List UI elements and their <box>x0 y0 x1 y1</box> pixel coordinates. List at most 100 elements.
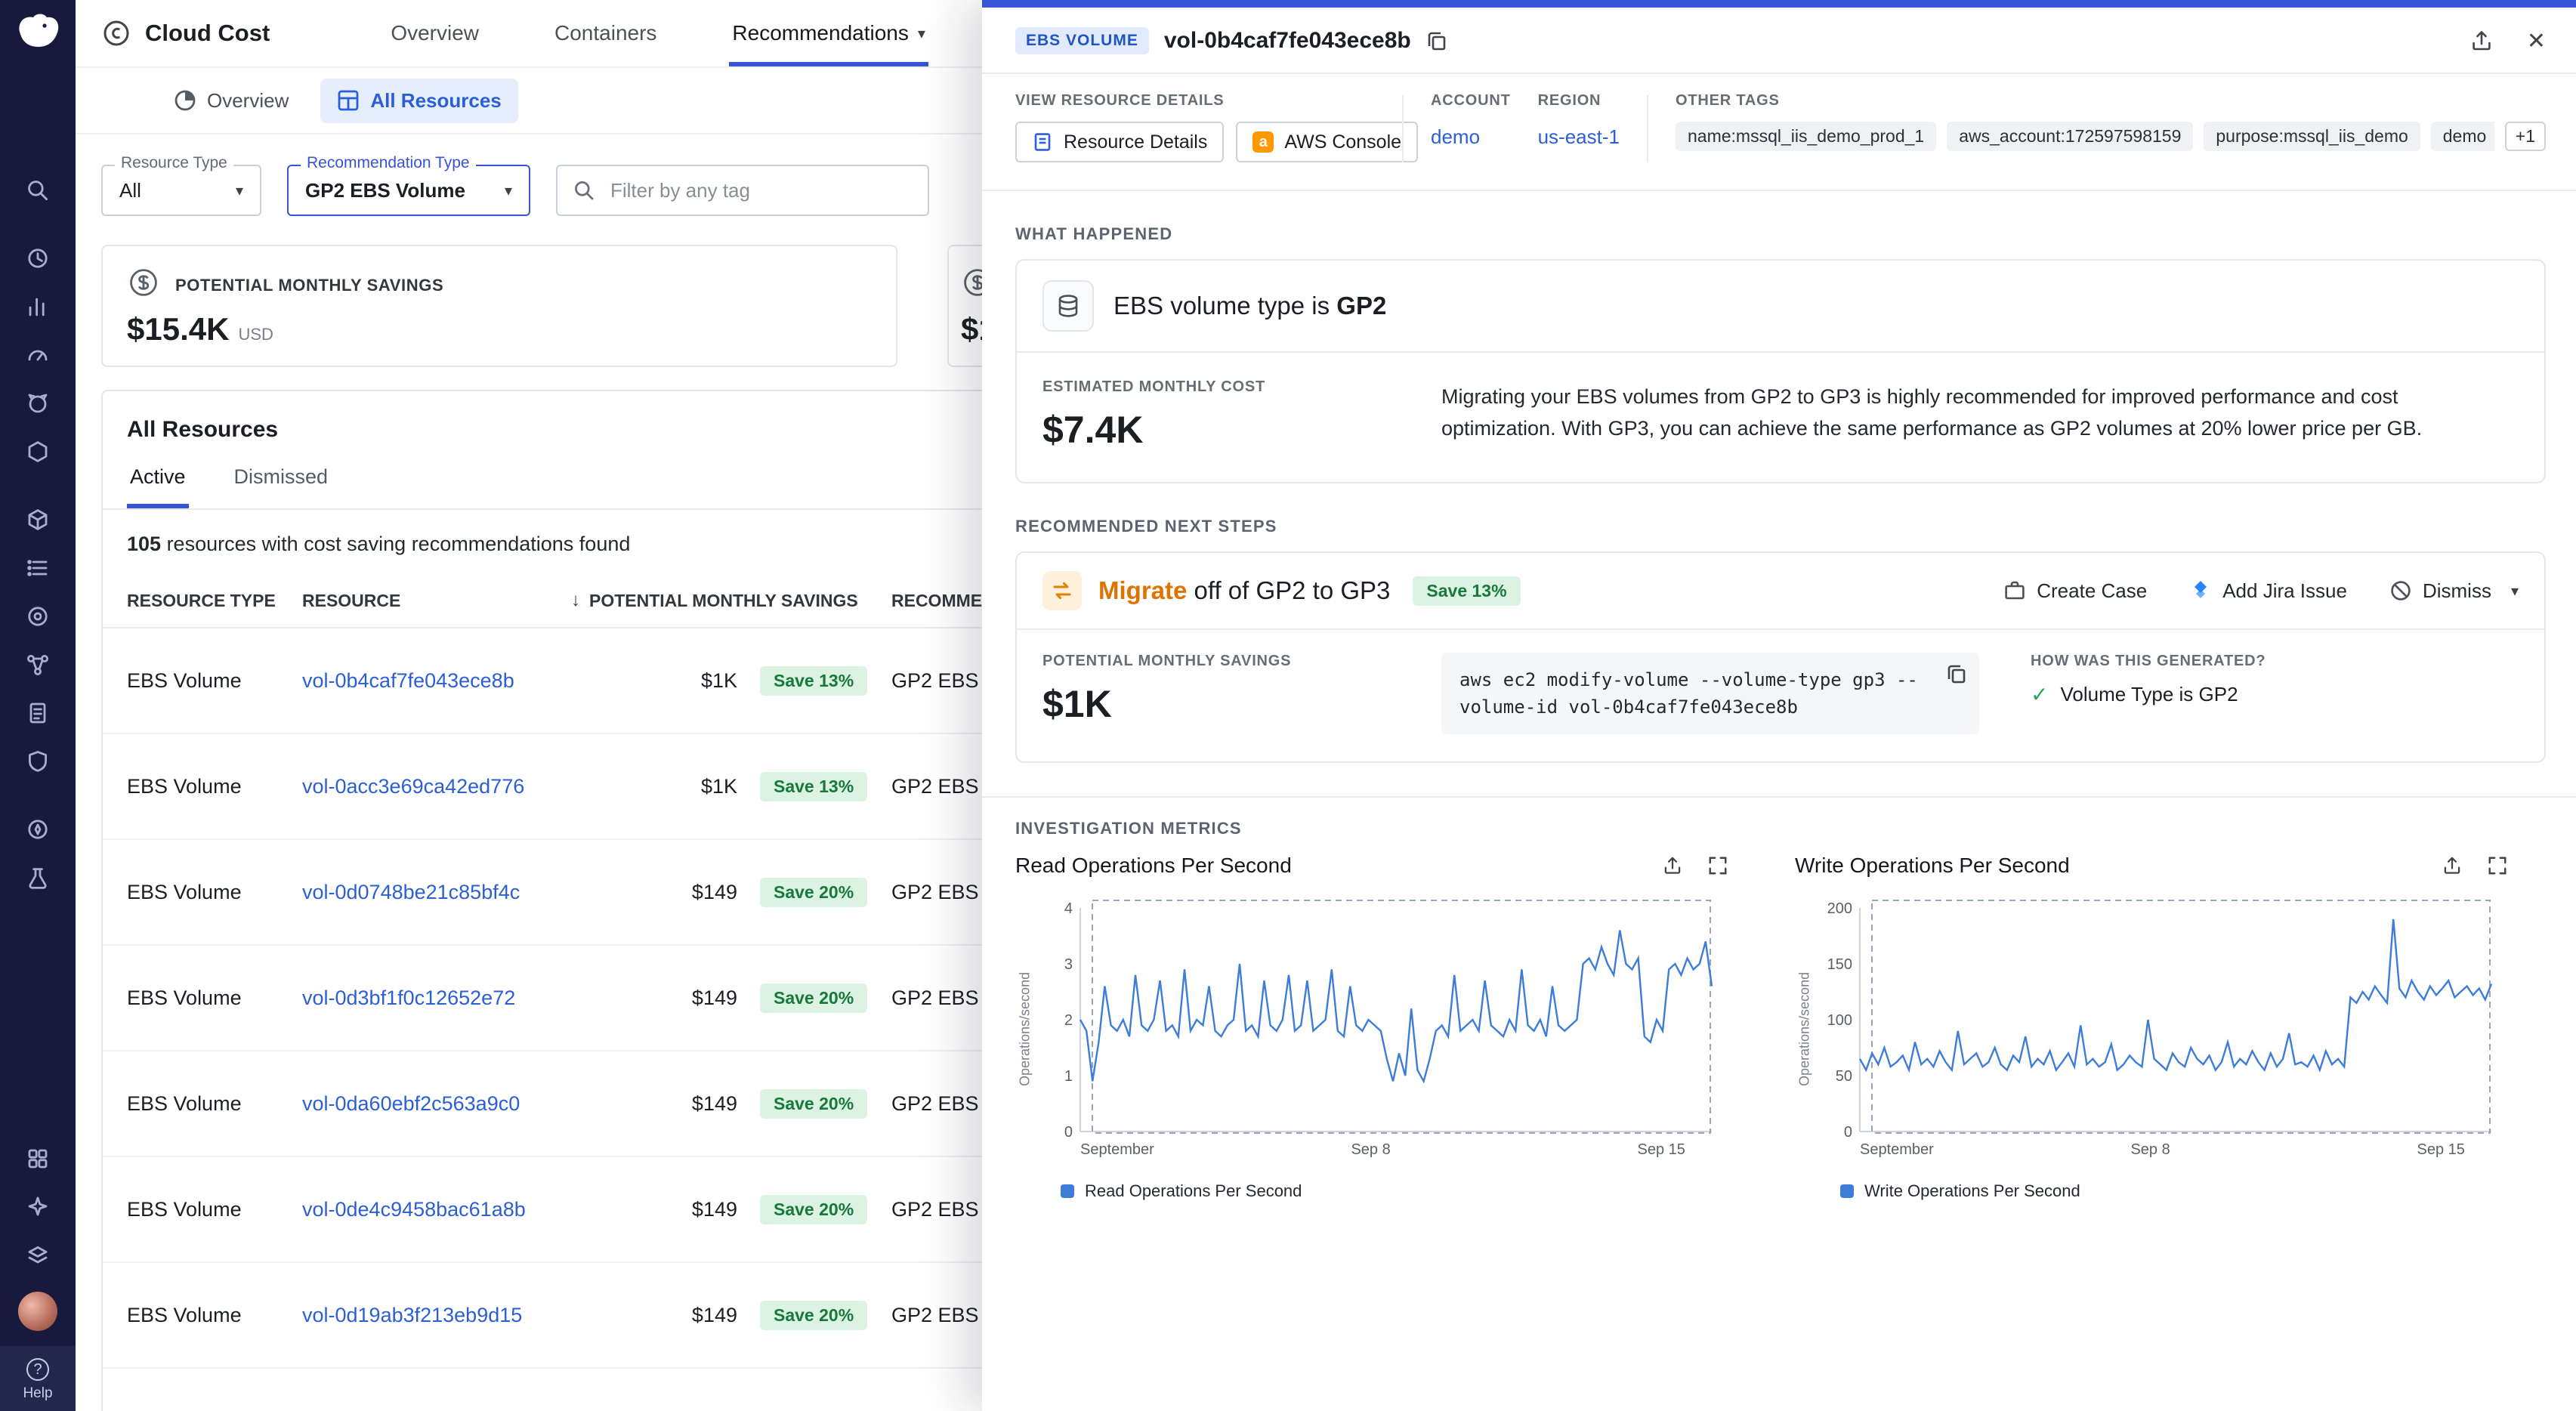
modules-icon[interactable] <box>18 1139 57 1178</box>
infrastructure-icon[interactable] <box>18 432 57 471</box>
tab-dismissed[interactable]: Dismissed <box>231 456 332 508</box>
network-icon[interactable] <box>18 645 57 684</box>
charts-row: Read Operations Per Second Operations/se… <box>1015 854 2546 1201</box>
resource-details-button[interactable]: Resource Details <box>1015 122 1224 162</box>
synthetics-icon[interactable] <box>18 810 57 849</box>
tag-pill[interactable]: demo <box>2431 122 2494 151</box>
estimated-cost-label: ESTIMATED MONTHLY COST <box>1042 378 1390 396</box>
dismiss-button[interactable]: Dismiss ▾ <box>2389 579 2519 603</box>
svg-text:50: 50 <box>1836 1068 1852 1085</box>
export-icon[interactable] <box>2469 29 2494 53</box>
recommendation-type-label: Recommendation Type <box>301 154 476 172</box>
help-button[interactable]: ? Help <box>0 1346 76 1411</box>
resource-type-cell: EBS Volume <box>127 669 302 693</box>
chart-legend[interactable]: Read Operations Per Second <box>1061 1181 1728 1201</box>
savings-cell: $149Save 20% <box>571 983 891 1013</box>
tab-overview[interactable]: Overview <box>388 0 482 66</box>
aws-console-button[interactable]: a AWS Console <box>1236 122 1418 162</box>
subtab-overview[interactable]: Overview <box>157 79 305 123</box>
sparkle-icon[interactable] <box>18 1187 57 1227</box>
savings-badge: Save 20% <box>760 878 867 907</box>
resource-type-cell: EBS Volume <box>127 775 302 798</box>
savings-amount: $149 <box>571 1198 737 1221</box>
expand-chart-icon[interactable] <box>1707 855 1728 876</box>
summary-card-value: $15.4K <box>127 311 229 347</box>
search-icon[interactable] <box>18 171 57 210</box>
tag-pill[interactable]: purpose:mssql_iis_demo <box>2204 122 2420 151</box>
cli-command-block: aws ec2 modify-volume --volume-type gp3 … <box>1441 653 1979 734</box>
layers-icon[interactable] <box>18 1236 57 1275</box>
dashboards-icon[interactable] <box>18 287 57 326</box>
tag-filter-input[interactable] <box>607 178 913 204</box>
sort-desc-icon[interactable]: ↓ <box>571 590 580 611</box>
summary-card-label: POTENTIAL MONTHLY SAVINGS <box>175 276 443 295</box>
create-case-button[interactable]: Create Case <box>2003 579 2147 603</box>
legend-swatch <box>1840 1184 1854 1198</box>
export-chart-icon[interactable] <box>1662 855 1683 876</box>
resource-link[interactable]: vol-0b4caf7fe043ece8b <box>302 669 514 692</box>
tag-filter-search <box>556 165 929 216</box>
sidebar: ? Help <box>0 0 76 1411</box>
savings-cell: $149 Save 20% <box>571 878 891 907</box>
savings-badge: Save 13% <box>760 772 867 801</box>
savings-badge: Save 20% <box>760 1195 867 1224</box>
tags-overflow-pill[interactable]: +1 <box>2505 122 2546 151</box>
resource-link[interactable]: vol-0d0748be21c85bf4c <box>302 881 520 903</box>
containers-icon[interactable] <box>18 500 57 539</box>
view-resource-details-label: VIEW RESOURCE DETAILS <box>1015 92 1375 110</box>
account-link[interactable]: demo <box>1431 125 1480 148</box>
resource-link[interactable]: vol-0de4c9458bac61a8b <box>302 1198 526 1221</box>
read-ops-chart: Read Operations Per Second Operations/se… <box>1015 854 1728 1201</box>
tag-pill[interactable]: aws_account:172597598159 <box>1947 122 2193 151</box>
migrate-icon <box>1042 571 1082 610</box>
monitors-icon[interactable] <box>18 335 57 375</box>
expand-chart-icon[interactable] <box>2487 855 2508 876</box>
copy-command-icon[interactable] <box>1946 663 1967 684</box>
resource-link[interactable]: vol-0da60ebf2c563a9c0 <box>302 1092 520 1115</box>
datadog-dog-icon <box>15 11 60 51</box>
export-chart-icon[interactable] <box>2442 855 2463 876</box>
results-count-text: resources with cost saving recommendatio… <box>161 533 630 555</box>
estimated-cost-value: $7.4K <box>1042 408 1390 452</box>
user-avatar[interactable] <box>18 1292 57 1331</box>
what-happened-label: WHAT HAPPENED <box>1015 224 2546 244</box>
svg-text:Sep 15: Sep 15 <box>2417 1141 2465 1158</box>
tag-pill[interactable]: name:mssql_iis_demo_prod_1 <box>1676 122 1936 151</box>
line-chart-svg: 050100150200SeptemberSep 8Sep 15 <box>1815 887 2497 1171</box>
logs-icon[interactable] <box>18 693 57 733</box>
history-icon[interactable] <box>18 239 57 278</box>
processes-icon[interactable] <box>18 548 57 588</box>
close-icon[interactable]: ✕ <box>2527 28 2546 54</box>
recommendation-type-select[interactable]: Recommendation Type GP2 EBS Volume ▾ <box>287 165 530 216</box>
resource-link[interactable]: vol-0acc3e69ca42ed776 <box>302 775 524 798</box>
next-steps-card: Migrate off of GP2 to GP3 Save 13% Creat… <box>1015 551 2546 763</box>
tags-list: name:mssql_iis_demo_prod_1 aws_account:17… <box>1676 122 2494 151</box>
subtab-all-resources[interactable]: All Resources <box>320 79 517 123</box>
resource-details-icon <box>1032 131 1053 153</box>
resource-link[interactable]: vol-0d19ab3f213eb9d15 <box>302 1304 522 1326</box>
chart-legend[interactable]: Write Operations Per Second <box>1840 1181 2508 1201</box>
svg-text:100: 100 <box>1827 1012 1852 1029</box>
apm-icon[interactable] <box>18 597 57 636</box>
potential-savings-value: $1K <box>1042 682 1390 726</box>
pie-icon <box>174 89 196 112</box>
add-jira-button[interactable]: Add Jira Issue <box>2189 579 2347 603</box>
savings-amount: $149 <box>571 1304 737 1327</box>
resource-type-select[interactable]: Resource Type All ▾ <box>101 165 261 216</box>
resource-link[interactable]: vol-0d3bf1f0c12652e72 <box>302 986 515 1009</box>
potential-savings-stat: POTENTIAL MONTHLY SAVINGS $1K <box>1042 653 1390 734</box>
security-icon[interactable] <box>18 742 57 781</box>
other-tags-group: OTHER TAGS name:mssql_iis_demo_prod_1aws… <box>1676 92 2546 151</box>
svg-text:1: 1 <box>1064 1068 1073 1085</box>
copy-icon[interactable] <box>1426 30 1447 51</box>
savings-amount: $149 <box>571 881 737 904</box>
datadog-logo[interactable] <box>15 11 60 57</box>
y-axis-label: Operations/second <box>1015 887 1035 1171</box>
region-link[interactable]: us-east-1 <box>1538 125 1620 148</box>
labs-icon[interactable] <box>18 858 57 897</box>
watchdog-icon[interactable] <box>18 384 57 423</box>
tab-active[interactable]: Active <box>127 456 189 508</box>
tab-recommendations[interactable]: Recommendations ▾ <box>729 0 928 66</box>
tab-containers[interactable]: Containers <box>551 0 659 66</box>
app-root: ? Help Cloud Cost Overview Containers Re… <box>0 0 2576 1411</box>
